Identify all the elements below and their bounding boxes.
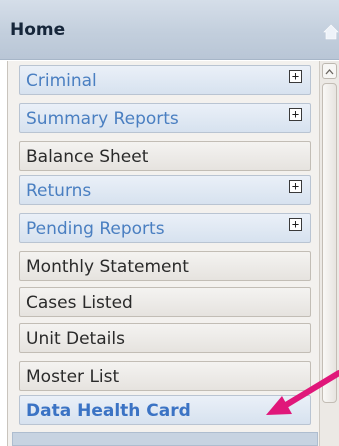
menu-item-criminal[interactable]: Criminal + (19, 65, 311, 95)
menu-item-moster-list[interactable]: Moster List (19, 361, 311, 391)
scrollbar-thumb[interactable] (322, 83, 337, 403)
header-bar: Home (0, 0, 339, 60)
expand-icon[interactable]: + (289, 218, 302, 231)
menu-item-label: Pending Reports (26, 219, 165, 239)
chevron-up-icon (325, 69, 334, 75)
menu-item-monthly-statement[interactable]: Monthly Statement (19, 251, 311, 281)
expand-icon[interactable]: + (289, 70, 302, 83)
menu-item-label: Cases Listed (26, 293, 133, 313)
menu-item-label: Balance Sheet (26, 147, 149, 167)
menu-item-label: Monthly Statement (26, 257, 189, 277)
menu-item-label: Returns (26, 181, 92, 201)
scroll-up-button[interactable] (322, 63, 337, 79)
scrollbar[interactable] (319, 61, 339, 446)
menu-item-summary-reports[interactable]: Summary Reports + (19, 103, 311, 133)
menu-item-label: Moster List (26, 367, 120, 387)
menu-item-label: Criminal (26, 71, 97, 91)
menu-item-returns[interactable]: Returns + (19, 175, 311, 205)
menu-item-label: Data Health Card (26, 401, 191, 421)
menu-item-label: Summary Reports (26, 109, 179, 129)
menu-item-pending-reports[interactable]: Pending Reports + (19, 213, 311, 243)
next-panel-header[interactable] (12, 432, 318, 446)
expand-icon[interactable]: + (289, 180, 302, 193)
menu-item-balance-sheet[interactable]: Balance Sheet (19, 141, 311, 171)
page-title: Home (10, 20, 66, 40)
home-icon[interactable] (323, 24, 339, 40)
menu-item-data-health-card[interactable]: Data Health Card (19, 395, 311, 425)
menu-item-unit-details[interactable]: Unit Details (19, 323, 311, 353)
expand-icon[interactable]: + (289, 108, 302, 121)
menu-item-label: Unit Details (26, 329, 125, 349)
menu-item-cases-listed[interactable]: Cases Listed (19, 287, 311, 317)
